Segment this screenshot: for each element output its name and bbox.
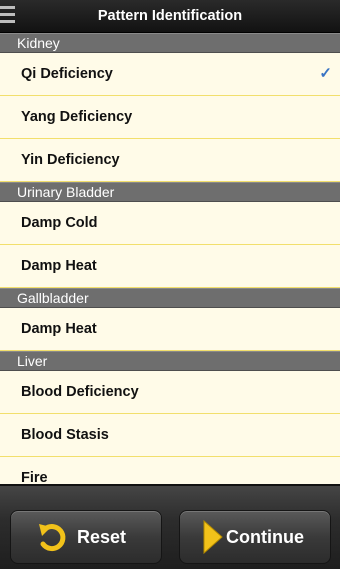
page-title: Pattern Identification [97, 8, 243, 24]
bottom-toolbar: Reset Continue [0, 484, 340, 569]
list-item-label: Qi Deficiency [21, 66, 113, 82]
list-item-label: Damp Heat [21, 321, 97, 337]
list-item-label: Damp Cold [21, 215, 98, 231]
play-icon [203, 519, 223, 555]
list-item-label: Blood Stasis [21, 427, 109, 443]
list-item-label: Yang Deficiency [21, 109, 133, 125]
checkmark-icon: ✓ [319, 65, 332, 82]
continue-button-label: Continue [226, 527, 304, 547]
list-item[interactable]: Yang Deficiency [0, 96, 340, 139]
list-item[interactable]: Blood Deficiency [0, 371, 340, 414]
list-item[interactable]: Qi Deficiency ✓ [0, 53, 340, 96]
list-item-label: Fire [21, 470, 48, 484]
section-header-kidney: Kidney [0, 33, 340, 53]
reset-button[interactable]: Reset [10, 510, 162, 564]
list-item-label: Blood Deficiency [21, 384, 139, 400]
reset-button-label: Reset [77, 527, 127, 547]
list-item[interactable]: Fire [0, 457, 340, 484]
list-item[interactable]: Damp Cold [0, 202, 340, 245]
section-header-gallbladder: Gallbladder [0, 288, 340, 308]
list-item[interactable]: Damp Heat [0, 308, 340, 351]
app-header: Pattern Identification [0, 0, 340, 33]
reset-icon [39, 524, 66, 552]
section-header-liver: Liver [0, 351, 340, 371]
pattern-list[interactable]: Kidney Qi Deficiency ✓ Yang Deficiency Y… [0, 33, 340, 484]
list-item[interactable]: Yin Deficiency [0, 139, 340, 182]
list-item[interactable]: Damp Heat [0, 245, 340, 288]
list-item-label: Yin Deficiency [21, 152, 120, 168]
list-item-label: Damp Heat [21, 258, 97, 274]
list-item[interactable]: Blood Stasis [0, 414, 340, 457]
section-header-urinary-bladder: Urinary Bladder [0, 182, 340, 202]
continue-button[interactable]: Continue [179, 510, 331, 564]
